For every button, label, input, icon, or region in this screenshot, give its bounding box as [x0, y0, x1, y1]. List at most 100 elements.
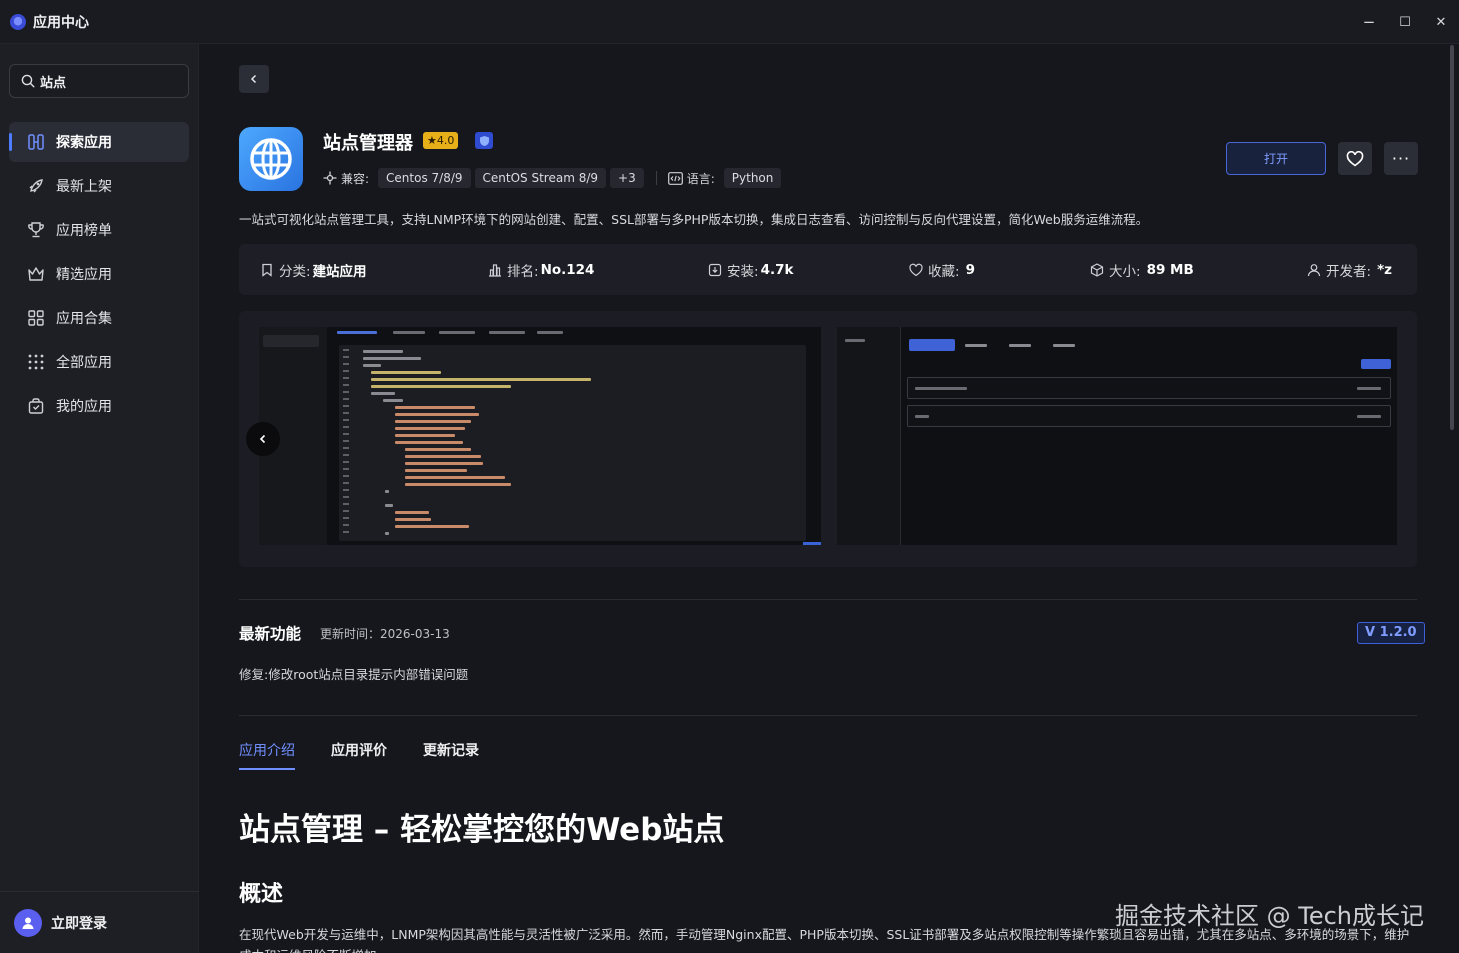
gallery-prev-button[interactable]	[246, 422, 280, 456]
update-note: 修复:修改root站点目录提示内部错误问题	[239, 667, 469, 682]
code-line	[405, 476, 505, 479]
code-line	[395, 434, 455, 437]
watermark: 掘金技术社区 @ Tech成长记	[1115, 902, 1425, 930]
code-line	[385, 490, 389, 493]
screenshot-tab	[1053, 344, 1075, 347]
latest-features-title: 最新功能	[239, 625, 302, 643]
compat-icon	[323, 171, 337, 185]
trophy-icon	[26, 220, 46, 240]
code-line	[371, 378, 591, 381]
search-input[interactable]: 站点	[9, 64, 189, 98]
stat-installs: 安装: 4.7k	[708, 244, 793, 295]
search-value: 站点	[40, 75, 67, 91]
login-label: 立即登录	[51, 915, 107, 932]
sidebar-item-ranking[interactable]: 应用榜单	[9, 210, 189, 250]
screenshot-image[interactable]	[837, 327, 1397, 545]
compat-more-tag[interactable]: +3	[610, 168, 644, 188]
stat-label: 安装:	[727, 263, 759, 280]
tab-introduction[interactable]: 应用介绍	[239, 740, 295, 770]
code-line	[363, 364, 381, 367]
compat-tag: CentOS Stream 8/9	[474, 168, 607, 188]
sidebar-item-mine[interactable]: 我的应用	[9, 386, 189, 426]
sidebar-item-label: 全部应用	[56, 355, 112, 371]
crown-icon	[26, 264, 46, 284]
more-options-button[interactable]: ···	[1384, 142, 1418, 175]
login-button[interactable]: 立即登录	[0, 891, 199, 953]
compat-tag: Centos 7/8/9	[378, 168, 471, 188]
bookmark-icon	[262, 263, 272, 277]
detail-tabs: 应用介绍 应用评价 更新记录	[239, 740, 515, 770]
search-icon	[21, 74, 35, 88]
heart-icon	[909, 263, 923, 276]
stat-rank: 排名: No.124	[488, 244, 594, 295]
rating-badge: ★4.0	[423, 132, 459, 149]
screenshot-sidebar	[837, 327, 901, 545]
favorite-button[interactable]	[1338, 142, 1372, 175]
open-button[interactable]: 打开	[1226, 142, 1326, 175]
screenshot-add-button	[1361, 359, 1391, 369]
main-content: 站点管理器 ★4.0 兼容: Centos 7/8/9 CentOS Strea…	[199, 44, 1459, 953]
section-divider	[239, 599, 1417, 600]
app-name: 站点管理器	[323, 133, 413, 154]
code-line	[915, 387, 967, 390]
explore-icon	[26, 132, 46, 152]
code-icon	[667, 171, 683, 185]
sidebar-item-all[interactable]: 全部应用	[9, 342, 189, 382]
screenshot-tab	[439, 331, 475, 334]
code-line	[395, 441, 463, 444]
stat-label: 收藏:	[928, 263, 960, 280]
minimize-button[interactable]: −	[1351, 0, 1387, 44]
sidebar-item-label: 探索应用	[56, 135, 112, 151]
code-line	[395, 413, 479, 416]
language-tag: Python	[723, 168, 782, 188]
screenshot-tab	[1009, 344, 1031, 347]
heart-icon	[1346, 150, 1364, 166]
screenshot-nav-item	[845, 339, 865, 342]
compat-row: 兼容: Centos 7/8/9 CentOS Stream 8/9 +3 语言…	[323, 168, 785, 188]
language-label: 语言:	[686, 171, 715, 186]
code-line	[363, 357, 421, 360]
scrollbar[interactable]	[1450, 45, 1454, 430]
stat-category: 分类: 建站应用	[260, 244, 367, 295]
screenshot-tab	[489, 331, 525, 334]
sidebar-item-featured[interactable]: 精选应用	[9, 254, 189, 294]
maximize-button[interactable]: ☐	[1387, 0, 1423, 44]
stat-label: 分类:	[279, 263, 311, 280]
screenshot-active-tab	[909, 339, 955, 351]
screenshot-site-row	[907, 377, 1391, 399]
code-line	[371, 385, 511, 388]
code-line	[385, 532, 389, 535]
box-icon	[1090, 262, 1104, 277]
stat-label: 大小:	[1109, 263, 1141, 280]
compat-label: 兼容:	[341, 171, 370, 186]
screenshot-image[interactable]	[259, 327, 821, 545]
code-line	[405, 469, 467, 472]
stat-label: 排名:	[507, 263, 539, 280]
sidebar-item-explore[interactable]: 探索应用	[9, 122, 189, 162]
code-line	[405, 448, 471, 451]
stat-size: 大小: 89 MB	[1090, 244, 1194, 295]
screenshot-tab	[337, 331, 377, 334]
back-button[interactable]	[239, 65, 269, 93]
sidebar: 站点 探索应用 最新上架 应用榜单 精选应用 应用合集 全部应用 我的应用 立即…	[0, 44, 199, 953]
sidebar-item-label: 我的应用	[56, 399, 112, 415]
code-line	[395, 406, 475, 409]
tab-changelog[interactable]: 更新记录	[423, 740, 479, 770]
app-icon	[239, 127, 303, 191]
stat-favorites: 收藏: 9	[909, 244, 975, 295]
section-divider	[239, 715, 1417, 716]
code-line	[383, 399, 403, 402]
shield-icon	[479, 135, 489, 146]
stat-value: *z	[1377, 261, 1392, 278]
tab-reviews[interactable]: 应用评价	[331, 740, 387, 770]
sidebar-item-newest[interactable]: 最新上架	[9, 166, 189, 206]
code-line	[395, 518, 431, 521]
screenshot-tab	[393, 331, 425, 334]
sidebar-nav: 探索应用 最新上架 应用榜单 精选应用 应用合集 全部应用 我的应用	[9, 122, 189, 430]
code-line	[385, 504, 393, 507]
bag-icon	[26, 396, 46, 416]
globe-icon	[250, 138, 292, 180]
sidebar-item-collections[interactable]: 应用合集	[9, 298, 189, 338]
code-line	[395, 420, 471, 423]
close-button[interactable]: ✕	[1423, 0, 1459, 44]
